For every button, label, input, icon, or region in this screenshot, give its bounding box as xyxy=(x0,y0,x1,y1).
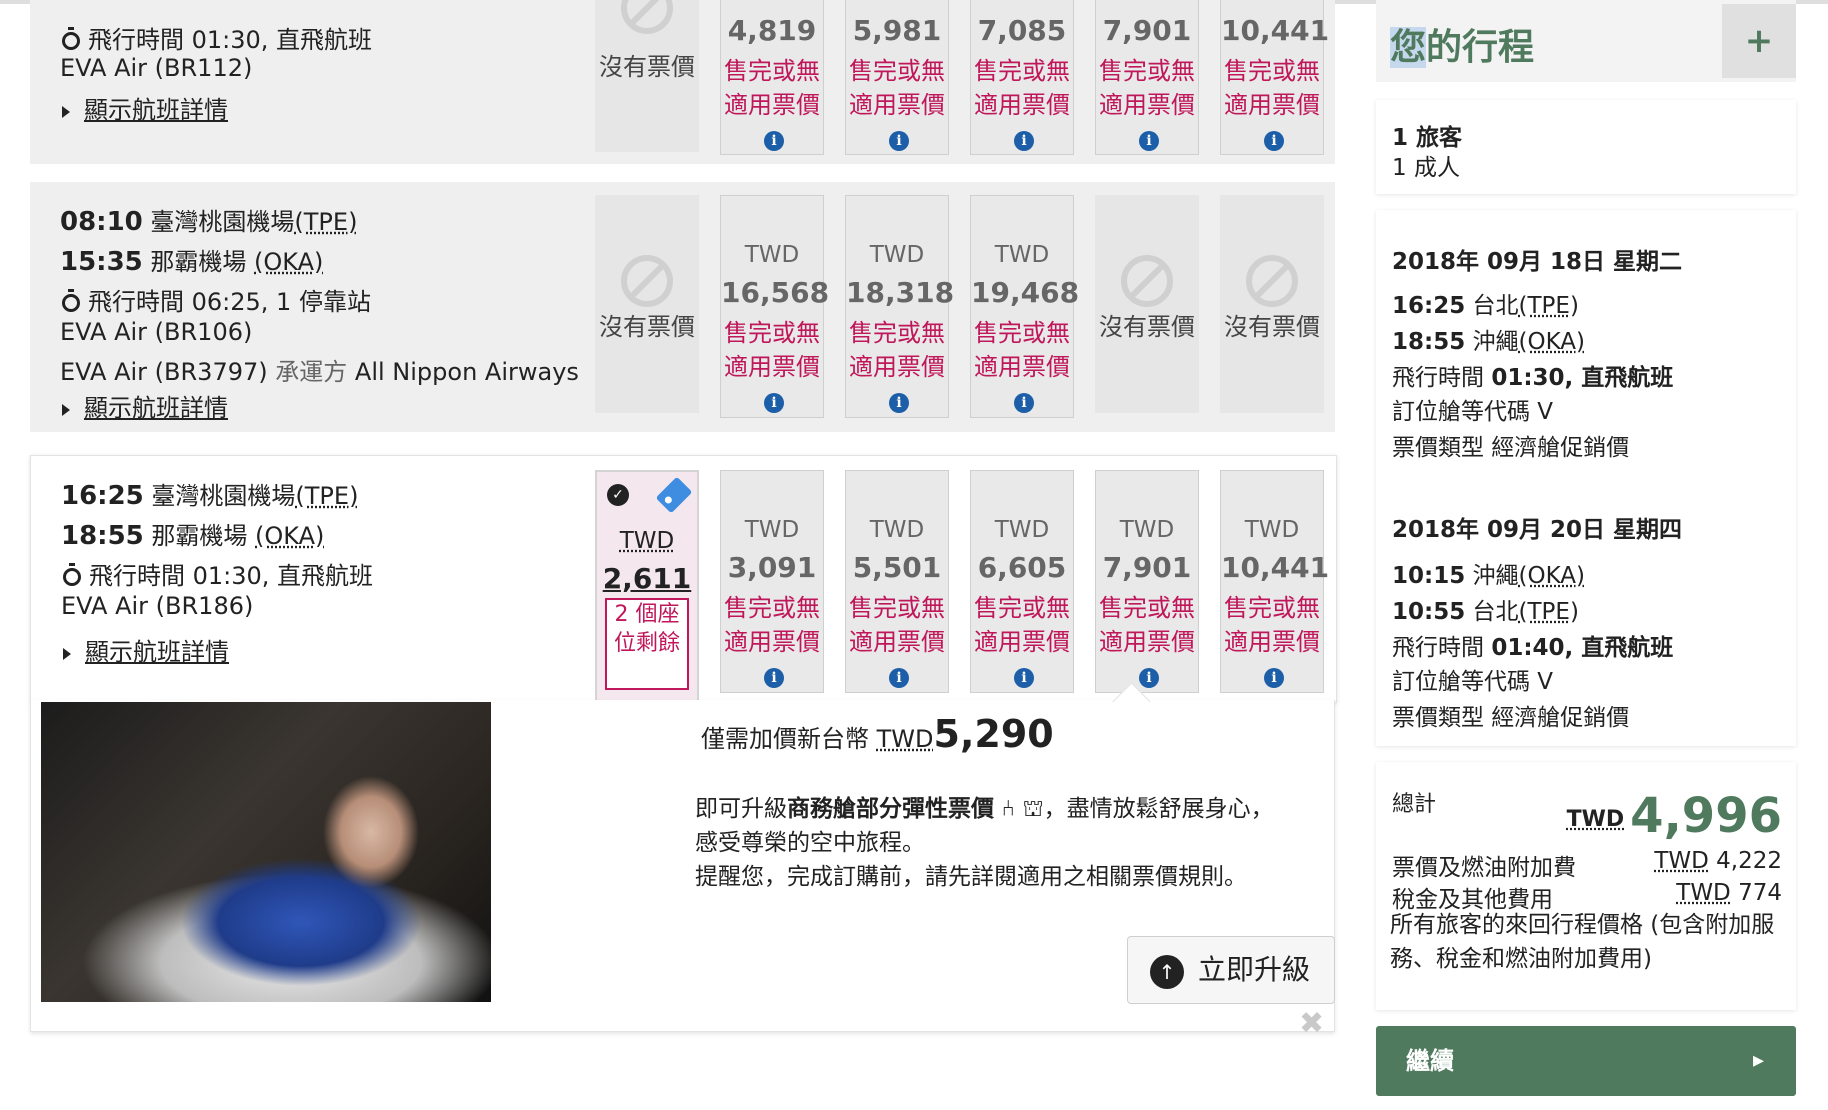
passengers-card: 1 旅客 1 成人 xyxy=(1376,100,1796,194)
stopwatch-icon xyxy=(62,27,80,50)
flight-details-link[interactable]: 顯示航班詳情 xyxy=(62,388,228,423)
expand-triangle-icon xyxy=(62,404,70,416)
fare-cell[interactable]: TWD 19,468 售完或無適用票價i xyxy=(970,195,1079,418)
expand-triangle-icon xyxy=(62,106,70,118)
flight-carrier-codeshare: EVA Air (BR3797) 承運方 All Nippon Airways xyxy=(60,358,579,386)
info-icon[interactable]: i xyxy=(764,668,784,688)
price-tag-icon xyxy=(655,476,693,514)
fare-status: 售完或無適用票價i xyxy=(849,594,945,688)
fare-status: 售完或無適用票價i xyxy=(974,57,1070,151)
info-icon[interactable]: i xyxy=(1139,131,1159,151)
arrival-line: 15:35 那霸機場 (OKA) xyxy=(60,247,324,277)
fare-status: 售完或無適用票價i xyxy=(1224,57,1320,151)
fare-status: 售完或無適用票價i xyxy=(974,594,1070,688)
no-fare-icon xyxy=(621,255,673,307)
fare-status: 售完或無適用票價i xyxy=(1099,594,1195,688)
info-icon[interactable]: i xyxy=(889,393,909,413)
fare-cell[interactable]: 5,981 售完或無適用票價i xyxy=(845,0,949,155)
flexible-icon: ⛫ xyxy=(1022,796,1044,822)
fare-cell[interactable]: TWD 7,901 售完或無適用票價i xyxy=(1095,470,1199,693)
arrival-line: 18:55 那霸機場 (OKA) xyxy=(61,521,325,551)
close-icon[interactable]: ✖ xyxy=(1299,1006,1324,1041)
fare-cell[interactable]: TWD 18,318 售完或無適用票價i xyxy=(845,195,954,418)
info-icon[interactable]: i xyxy=(764,393,784,413)
flight-carrier: EVA Air (BR186) xyxy=(61,592,254,620)
no-fare-icon xyxy=(621,0,673,34)
upgrade-panel: 僅需加價新台幣 TWD5,290 即可升級商務艙部分彈性票價 ⑃ ⛫，盡情放鬆舒… xyxy=(30,700,1335,1041)
upgrade-now-button[interactable]: ↑ 立即升級 xyxy=(1127,936,1335,1004)
fare-cell[interactable]: TWD 6,605 售完或無適用票價i xyxy=(970,470,1074,693)
fare-cell-na: 沒有票價 xyxy=(595,195,699,413)
flight-carrier: EVA Air (BR112) xyxy=(60,54,253,82)
stopwatch-icon xyxy=(63,563,81,586)
fare-cell[interactable]: 7,085 售完或無適用票價i xyxy=(970,0,1074,155)
fare-cell-selected[interactable]: ✓ TWD 2,611 2 個座位剩餘 xyxy=(595,470,699,702)
business-class-photo xyxy=(41,702,491,1002)
fare-cell[interactable]: TWD 5,501 售完或無適用票價i xyxy=(845,470,949,693)
seats-remaining-badge: 2 個座位剩餘 xyxy=(605,598,689,690)
checkmark-icon: ✓ xyxy=(607,484,629,506)
departure-line: 16:25 臺灣桃園機場(TPE) xyxy=(61,481,359,511)
no-fare-icon xyxy=(1246,255,1298,307)
arrow-up-icon: ↑ xyxy=(1150,955,1184,989)
info-icon[interactable]: i xyxy=(1014,393,1034,413)
fare-status: 售完或無適用票價i xyxy=(849,319,945,413)
info-icon[interactable]: i xyxy=(1014,131,1034,151)
fare-cell[interactable]: 7,901 售完或無適用票價i xyxy=(1095,0,1199,155)
flight-duration: 飛行時間 06:25, 1 停靠站 xyxy=(62,282,371,317)
fare-cell[interactable]: TWD 3,091 售完或無適用票價i xyxy=(720,470,824,693)
info-icon[interactable]: i xyxy=(1264,668,1284,688)
stopwatch-icon xyxy=(62,289,80,312)
flight-details-link[interactable]: 顯示航班詳情 xyxy=(62,90,228,125)
continue-button[interactable]: 繼續 ▸ xyxy=(1376,1026,1796,1096)
flight-duration: 飛行時間 01:30, 直飛航班 xyxy=(63,556,373,591)
itinerary-title: 您的行程 xyxy=(1390,27,1535,68)
fare-cell-na: 沒有票價 xyxy=(595,0,699,152)
add-button[interactable]: + xyxy=(1722,4,1796,78)
info-icon[interactable]: i xyxy=(1014,668,1034,688)
expand-triangle-icon xyxy=(63,648,71,660)
info-icon[interactable]: i xyxy=(1139,668,1159,688)
fare-cell-na: 沒有票價 xyxy=(1095,195,1199,413)
fare-status: 售完或無適用票價i xyxy=(724,57,820,151)
fare-status: 售完或無適用票價i xyxy=(724,594,820,688)
total-price: TWD 4,996 xyxy=(1566,788,1782,844)
upgrade-description: 即可升級商務艙部分彈性票價 ⑃ ⛫，盡情放鬆舒展身心， 感受尊榮的空中旅程。 提… xyxy=(695,796,1274,890)
fare-status: 售完或無適用票價i xyxy=(974,319,1070,413)
upgrade-price: 僅需加價新台幣 TWD5,290 xyxy=(701,712,1054,756)
no-fare-icon xyxy=(1121,255,1173,307)
info-icon[interactable]: i xyxy=(889,668,909,688)
fare-status: 售完或無適用票價i xyxy=(724,319,820,413)
fare-cell[interactable]: TWD 10,441 售完或無適用票價i xyxy=(1220,470,1329,693)
info-icon[interactable]: i xyxy=(1264,131,1284,151)
fare-status: 售完或無適用票價i xyxy=(1099,57,1195,151)
fare-cell[interactable]: 10,441 售完或無適用票價i xyxy=(1220,0,1329,155)
fare-cell-na: 沒有票價 xyxy=(1220,195,1324,413)
total-card: 總計 TWD 4,996 票價及燃油附加費 TWD 4,222 稅金及其他費用 T… xyxy=(1376,762,1796,1010)
itinerary-card: 2018年 09月 18日 星期二 16:25 台北(TPE) 18:55 沖繩… xyxy=(1376,210,1796,746)
info-icon[interactable]: i xyxy=(764,131,784,151)
fare-cell[interactable]: TWD 16,568 售完或無適用票價i xyxy=(720,195,829,418)
flight-details-link[interactable]: 顯示航班詳情 xyxy=(63,632,229,667)
total-note: 所有旅客的來回行程價格 (包含附加服務、稅金和燃油附加費用) xyxy=(1390,912,1775,972)
fare-status: 售完或無適用票價i xyxy=(1224,594,1320,688)
departure-line: 08:10 臺灣桃園機場(TPE) xyxy=(60,207,358,237)
fare-cell[interactable]: 4,819 售完或無適用票價i xyxy=(720,0,824,155)
info-icon[interactable]: i xyxy=(889,131,909,151)
fare-status: 售完或無適用票價i xyxy=(849,57,945,151)
seat-icon: ⑃ xyxy=(1001,796,1016,822)
chevron-right-icon: ▸ xyxy=(1752,1048,1764,1073)
flight-duration: 飛行時間 01:30, 直飛航班 xyxy=(62,20,372,55)
flight-carrier: EVA Air (BR106) xyxy=(60,318,253,346)
